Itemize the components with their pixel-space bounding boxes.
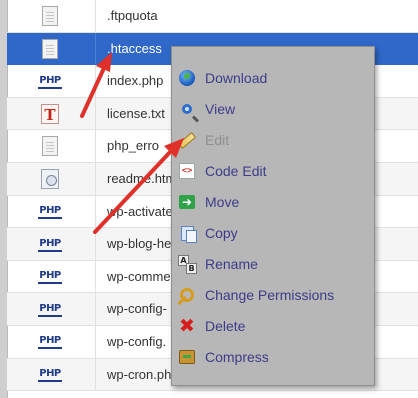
menu-item-copy[interactable]: Copy <box>172 220 374 246</box>
file-name: license.txt <box>107 105 165 121</box>
file-name: .htaccess <box>107 40 162 56</box>
menu-item-code-edit[interactable]: <> Code Edit <box>172 158 374 184</box>
copy-icon <box>180 225 197 243</box>
menu-item-label: Code Edit <box>205 163 267 179</box>
file-name: wp-config. <box>107 333 167 349</box>
php-file-icon: PHP <box>38 367 62 383</box>
file-name: wp-comme <box>107 268 171 284</box>
file-name: index.php <box>107 73 164 89</box>
file-name: readme.htm <box>107 170 177 186</box>
menu-item-download[interactable]: Download <box>172 65 374 91</box>
menu-item-label: Move <box>205 194 240 210</box>
magnifier-icon <box>182 104 192 114</box>
file-name: .ftpquota <box>107 8 158 23</box>
menu-item-compress[interactable]: Compress <box>172 344 374 370</box>
file-name: wp-config- <box>107 301 167 317</box>
menu-item-label: Change Permissions <box>205 287 335 303</box>
file-name: wp-cron.php <box>107 366 179 382</box>
menu-item-delete[interactable]: ✖ Delete <box>172 313 374 339</box>
menu-item-change-permissions[interactable]: Change Permissions <box>172 282 374 308</box>
html-file-icon <box>41 168 59 189</box>
key-icon <box>180 288 194 302</box>
php-file-icon: PHP <box>38 74 62 89</box>
menu-item-label: Edit <box>205 132 230 148</box>
menu-item-view[interactable]: View <box>172 96 374 122</box>
context-menu: Download View Edit <> Code Edit ➜ Move C… <box>171 46 375 386</box>
file-name: wp-activate <box>107 203 173 219</box>
menu-item-move[interactable]: ➜ Move <box>172 189 374 215</box>
rename-icon: A B <box>178 255 197 274</box>
text-file-icon: T <box>41 103 59 124</box>
pencil-icon <box>177 131 197 149</box>
menu-item-edit[interactable]: Edit <box>172 127 374 153</box>
php-file-icon: PHP <box>38 302 62 317</box>
generic-file-icon <box>42 136 58 157</box>
delete-x-icon: ✖ <box>179 315 195 337</box>
file-row-ftpquota[interactable]: .ftpquota <box>7 0 418 33</box>
menu-item-label: Copy <box>205 225 238 241</box>
move-arrow-icon: ➜ <box>179 195 195 209</box>
compress-box-icon <box>179 350 195 364</box>
php-file-icon: PHP <box>38 269 62 285</box>
file-name: php_erro <box>107 138 160 154</box>
menu-item-rename[interactable]: A B Rename <box>172 251 374 277</box>
generic-file-icon <box>42 6 58 26</box>
php-file-icon: PHP <box>38 237 62 252</box>
menu-item-label: Compress <box>205 349 269 365</box>
generic-file-icon <box>42 38 58 59</box>
rename-icon-letter-b: B <box>186 263 197 274</box>
menu-item-label: Download <box>205 70 268 86</box>
php-file-icon: PHP <box>38 204 62 220</box>
menu-item-label: Delete <box>205 318 246 334</box>
php-file-icon: PHP <box>38 334 62 350</box>
menu-item-label: View <box>205 101 236 117</box>
menu-item-label: Rename <box>205 256 258 272</box>
file-name: wp-blog-he <box>107 236 172 252</box>
code-icon: <> <box>179 163 195 179</box>
download-icon <box>179 70 195 86</box>
